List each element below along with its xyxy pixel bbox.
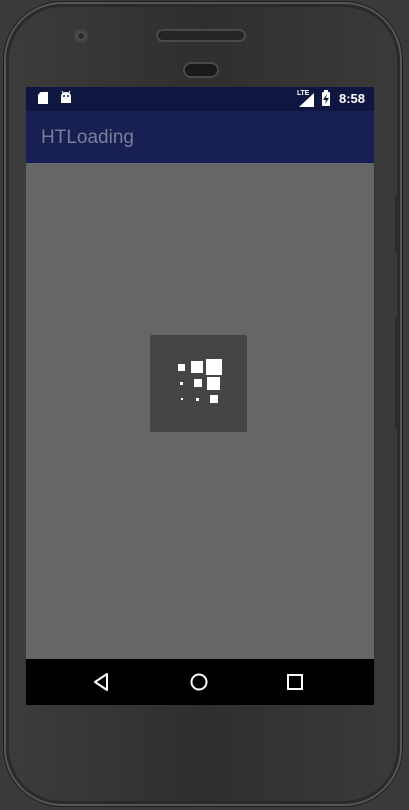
recents-icon[interactable] [284, 671, 306, 693]
sd-card-icon [38, 92, 48, 104]
battery-charging-icon [322, 90, 330, 106]
earpiece-speaker [158, 31, 244, 40]
proximity-sensor [185, 64, 217, 76]
app-bar: HTLoading [26, 111, 374, 163]
app-title: HTLoading [41, 127, 134, 148]
loader-square [191, 361, 203, 373]
signal-icon [299, 93, 314, 107]
power-button [395, 195, 400, 253]
status-clock: 8:58 [339, 91, 366, 106]
android-icon [61, 91, 71, 103]
loader-square [181, 398, 183, 400]
navigation-bar [26, 659, 374, 705]
loading-dialog [150, 335, 247, 432]
loader-square [196, 398, 199, 401]
content-area [26, 163, 374, 659]
loader-square [206, 359, 222, 375]
volume-button [395, 318, 400, 428]
loader-square [178, 364, 185, 371]
status-bar: LTE 8:58 [26, 87, 374, 111]
back-icon[interactable] [91, 671, 113, 693]
home-icon[interactable] [188, 671, 210, 693]
loader-square [180, 382, 183, 385]
loader-square [210, 395, 218, 403]
front-camera [74, 29, 88, 43]
loader-square [207, 377, 220, 390]
screen: LTE 8:58 HTLoading [26, 87, 374, 705]
loader-square [194, 379, 202, 387]
